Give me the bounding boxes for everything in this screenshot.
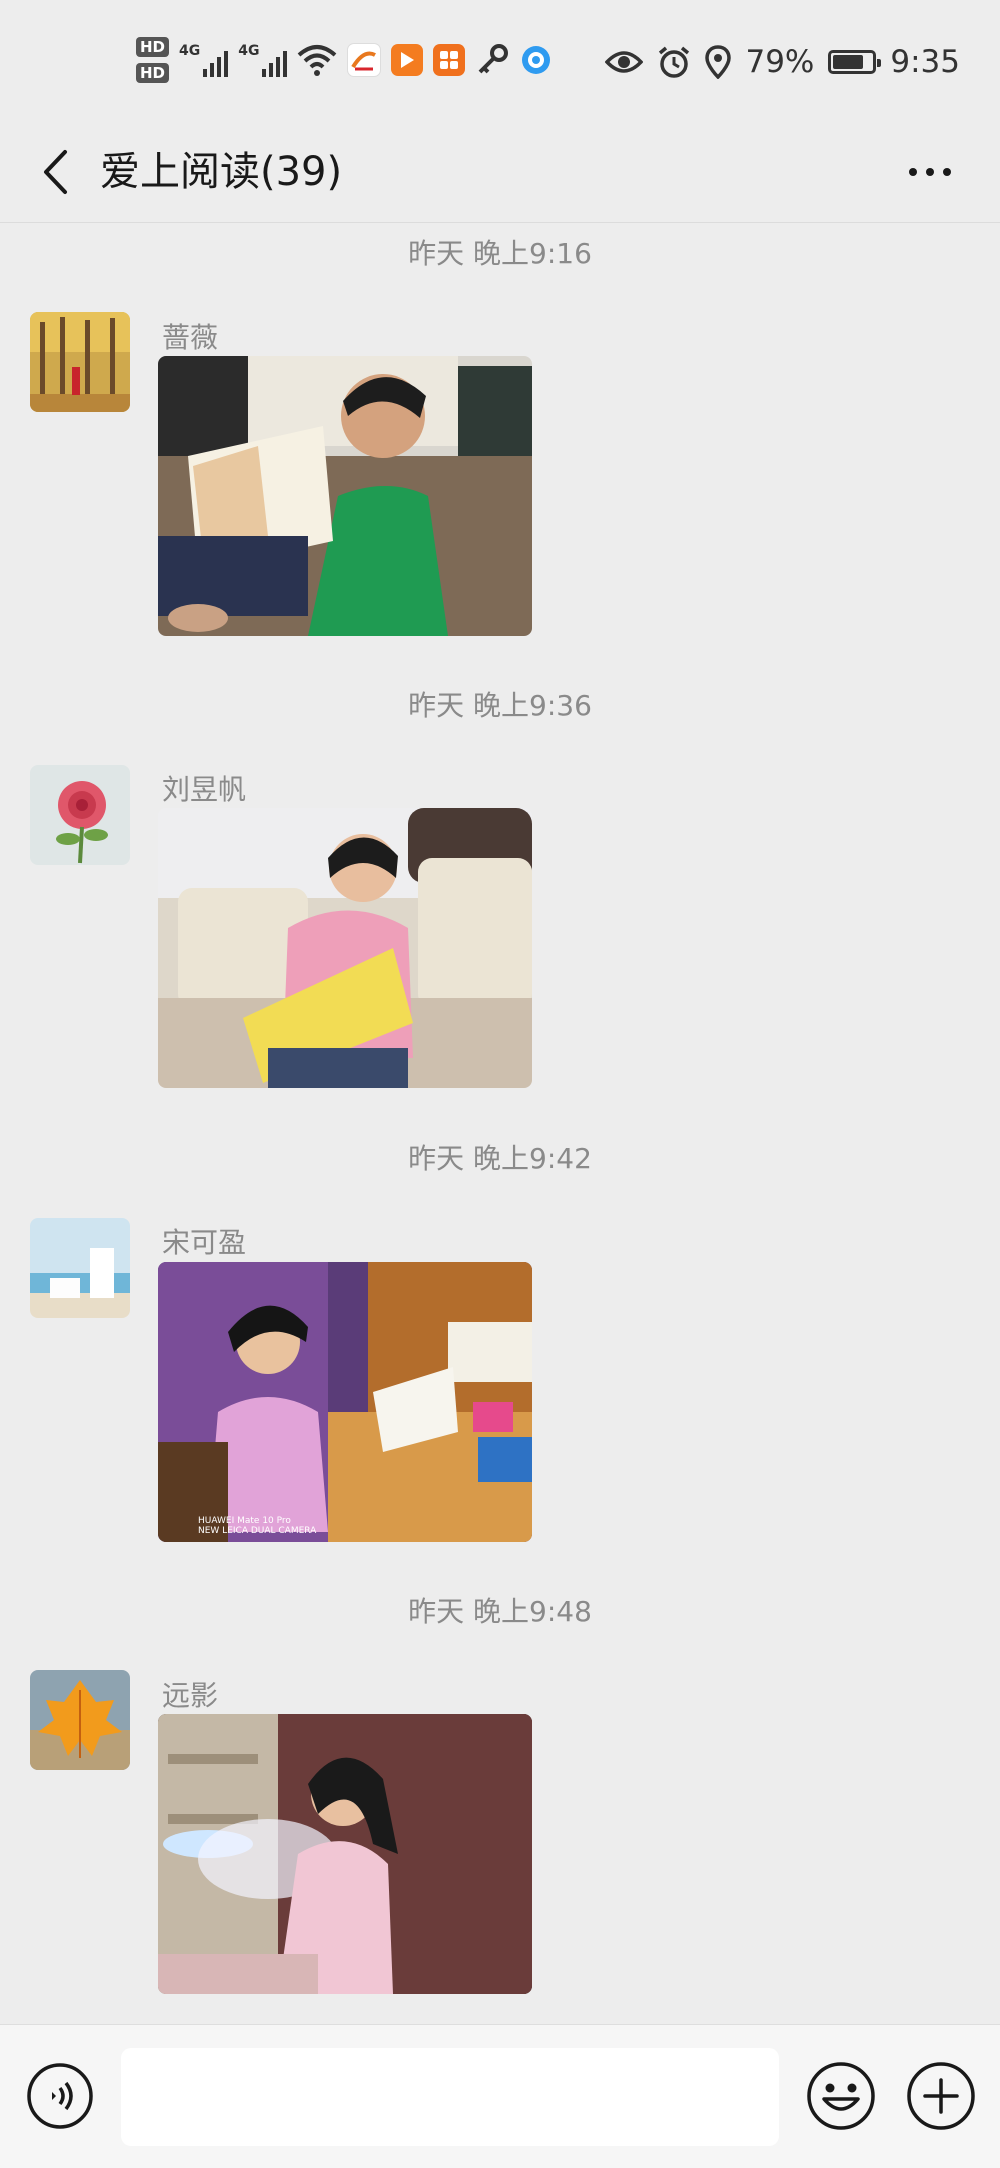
signal-icon-1: 4G — [179, 43, 229, 77]
chat-header: 爱上阅读(39) — [0, 122, 1000, 223]
sender-name: 宋可盈 — [162, 1226, 247, 1259]
voice-button[interactable] — [26, 2062, 94, 2130]
status-right-icons: 79% 9:35 — [605, 34, 960, 90]
status-time: 9:35 — [890, 44, 960, 80]
battery-icon — [828, 50, 882, 74]
more-button[interactable] — [890, 142, 970, 202]
chevron-left-icon — [44, 150, 67, 194]
sender-name: 蔷薇 — [162, 321, 219, 354]
message-input-bar — [0, 2024, 1000, 2168]
eye-icon — [605, 51, 644, 73]
wifi-icon — [298, 45, 337, 76]
video-app-icon — [391, 44, 424, 76]
app-notification-icon-1 — [347, 43, 382, 77]
message-timestamp: 昨天 晚上9:42 — [408, 1142, 592, 1175]
emoji-icon — [807, 2062, 875, 2130]
message-timestamp: 昨天 晚上9:48 — [408, 1595, 592, 1628]
message-photo[interactable]: HUAWEI Mate 10 Pro NEW LEICA DUAL CAMERA — [158, 1262, 532, 1542]
avatar[interactable] — [30, 312, 130, 412]
message-timestamp: 昨天 晚上9:36 — [408, 689, 592, 722]
message-timestamp: 昨天 晚上9:16 — [408, 237, 592, 270]
key-icon — [479, 44, 509, 74]
emoji-button[interactable] — [806, 2061, 876, 2131]
back-button[interactable] — [26, 140, 86, 204]
alarm-icon — [659, 46, 690, 78]
watermark-line-2: NEW LEICA DUAL CAMERA — [198, 1526, 317, 1536]
message-input[interactable] — [121, 2048, 779, 2146]
plus-button[interactable] — [906, 2061, 976, 2131]
sender-name: 远影 — [162, 1679, 219, 1712]
browser-icon — [522, 46, 551, 74]
location-icon — [705, 45, 732, 79]
hd-badge-1: HD — [136, 37, 170, 57]
message-photo[interactable] — [158, 1714, 532, 1994]
more-dots-icon — [909, 168, 917, 176]
avatar[interactable] — [30, 1218, 130, 1318]
chat-title: 爱上阅读(39) — [100, 149, 343, 195]
status-left-icons: HD HD 4G 4G — [136, 30, 553, 90]
app-notification-icon-3 — [433, 44, 466, 76]
sender-name: 刘昱帆 — [162, 773, 247, 806]
plus-icon — [907, 2062, 975, 2130]
signal-icon-2: 4G — [238, 43, 288, 77]
battery-percent: 79% — [745, 44, 815, 80]
status-bar: HD HD 4G 4G 79% 9:35 — [0, 0, 1000, 122]
hd-indicators: HD HD — [136, 37, 170, 83]
photo-watermark: HUAWEI Mate 10 Pro NEW LEICA DUAL CAMERA — [168, 1516, 316, 1536]
message-photo[interactable] — [158, 808, 532, 1088]
hd-badge-2: HD — [136, 63, 170, 83]
message-photo[interactable] — [158, 356, 532, 636]
watermark-line-1: HUAWEI Mate 10 Pro — [198, 1516, 291, 1526]
avatar[interactable] — [30, 765, 130, 865]
avatar[interactable] — [30, 1670, 130, 1770]
voice-icon — [27, 2063, 93, 2129]
